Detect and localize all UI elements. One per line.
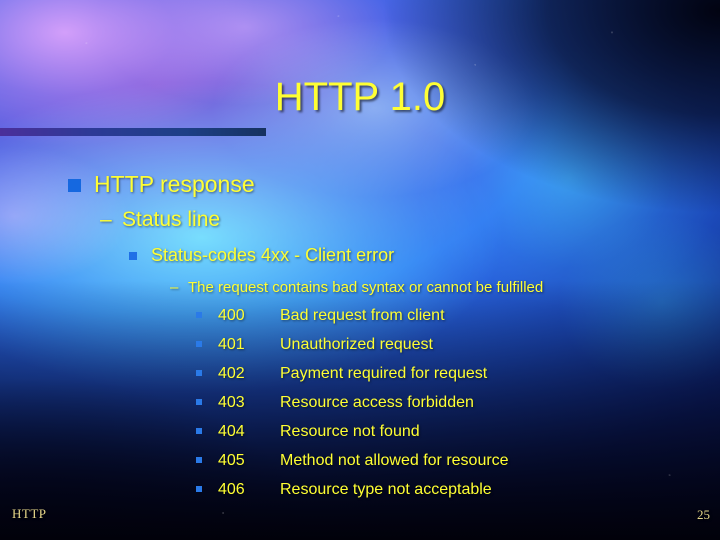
status-code-description: Resource access forbidden xyxy=(280,394,474,411)
status-code-value: 403 xyxy=(218,394,245,411)
status-code-description: Resource type not acceptable xyxy=(280,481,492,498)
status-code-row: 401 Unauthorized request xyxy=(196,330,509,359)
status-code-row: 400 Bad request from client xyxy=(196,301,509,330)
bullet-level2-status-line: – Status line xyxy=(100,205,720,235)
bullet-level2-label: Status line xyxy=(122,208,221,231)
square-bullet-icon xyxy=(196,330,218,359)
status-code-value: 402 xyxy=(218,365,245,382)
bullet-level3-label: Status-codes 4xx - Client error xyxy=(151,245,395,265)
square-bullet-icon xyxy=(196,359,218,388)
slide-canvas: HTTP 1.0 HTTP response – Status line Sta… xyxy=(0,0,720,540)
status-code-row: 404 Resource not found xyxy=(196,417,509,446)
status-code-value: 406 xyxy=(218,481,245,498)
status-code-row: 406 Resource type not acceptable xyxy=(196,475,509,504)
status-code-row: 403 Resource access forbidden xyxy=(196,388,509,417)
square-bullet-icon xyxy=(196,446,218,475)
bullet-level1-http-response: HTTP response xyxy=(68,168,720,200)
square-bullet-icon xyxy=(196,475,218,504)
dash-bullet-icon: – xyxy=(170,279,179,296)
bullet-level4-label: The request contains bad syntax or canno… xyxy=(188,279,544,296)
status-code-description: Bad request from client xyxy=(280,307,445,324)
status-code-list: 400 Bad request from client 401 Unauthorize… xyxy=(196,301,509,504)
square-bullet-icon xyxy=(196,388,218,417)
status-code-description: Payment required for request xyxy=(280,365,488,382)
slide-page-number: 25 xyxy=(697,507,710,522)
status-code-list-body: 400 Bad request from client 401 Unauthorize… xyxy=(196,301,509,504)
status-code-value: 405 xyxy=(218,452,245,469)
status-code-value: 404 xyxy=(218,423,245,440)
bullet-level4-description: – The request contains bad syntax or can… xyxy=(170,278,660,297)
slide-title: HTTP 1.0 xyxy=(274,75,446,119)
status-code-description: Unauthorized request xyxy=(280,336,433,353)
slide-body: HTTP response – Status line Status-codes… xyxy=(0,160,720,504)
square-bullet-icon xyxy=(68,179,81,192)
square-bullet-icon xyxy=(129,252,137,260)
status-code-value: 401 xyxy=(218,336,245,353)
square-bullet-icon xyxy=(196,417,218,446)
status-code-value: 400 xyxy=(218,307,245,324)
bullet-level1-label: HTTP response xyxy=(94,171,255,197)
bullet-level3-status-codes-4xx: Status-codes 4xx - Client error xyxy=(128,242,720,269)
square-bullet-icon xyxy=(196,301,218,330)
status-code-row: 402 Payment required for request xyxy=(196,359,509,388)
status-code-description: Method not allowed for resource xyxy=(280,452,509,469)
footer-label: HTTP xyxy=(12,506,47,521)
title-divider-bar xyxy=(0,128,266,136)
status-code-row: 405 Method not allowed for resource xyxy=(196,446,509,475)
dash-bullet-icon: – xyxy=(100,208,112,231)
status-code-description: Resource not found xyxy=(280,423,420,440)
